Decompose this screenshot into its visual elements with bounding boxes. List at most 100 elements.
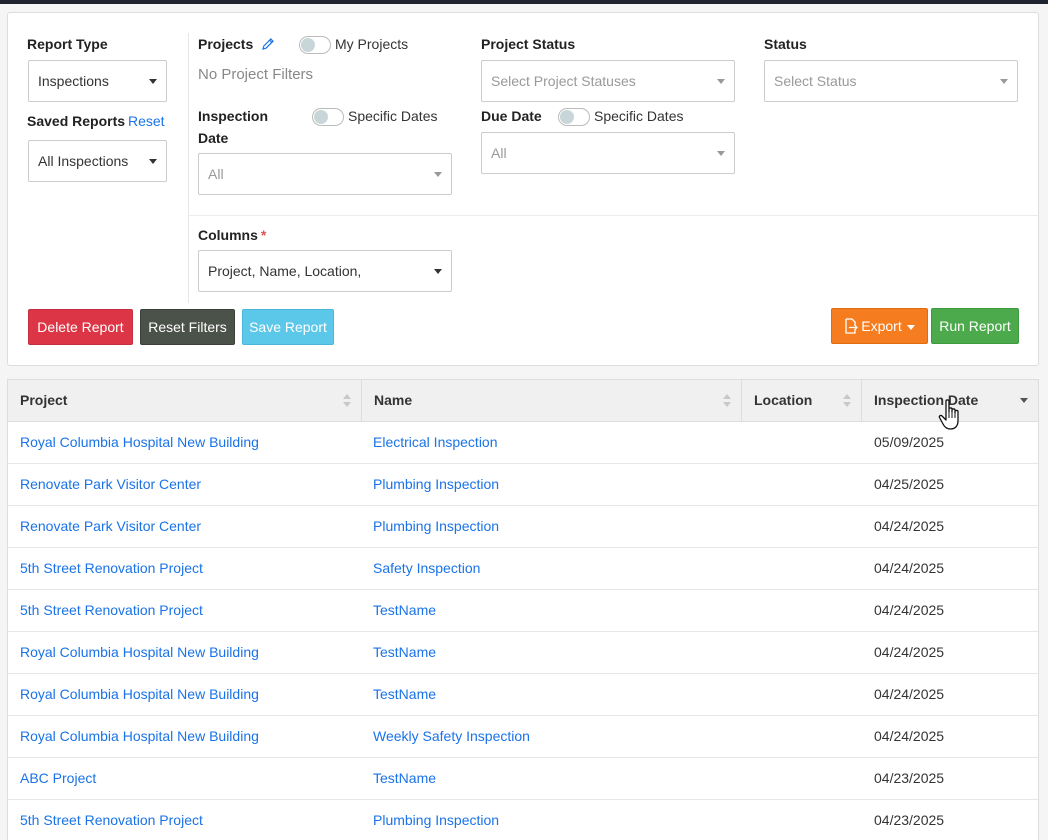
due-date-label: Due Date bbox=[481, 108, 542, 124]
table-row: Renovate Park Visitor Center Plumbing Ins… bbox=[7, 464, 1039, 506]
inspection-name-link[interactable]: Plumbing Inspection bbox=[373, 464, 499, 505]
hand-pointer-cursor bbox=[938, 399, 959, 430]
project-link[interactable]: 5th Street Renovation Project bbox=[20, 800, 203, 840]
inspection-date-select[interactable]: All bbox=[198, 153, 452, 195]
project-link[interactable]: ABC Project bbox=[20, 758, 96, 799]
table-row: Royal Columbia Hospital New Building Test… bbox=[7, 632, 1039, 674]
column-header-label: Name bbox=[374, 392, 413, 408]
project-link[interactable]: Royal Columbia Hospital New Building bbox=[20, 422, 259, 463]
project-link[interactable]: Renovate Park Visitor Center bbox=[20, 464, 201, 505]
project-status-placeholder: Select Project Statuses bbox=[491, 73, 636, 89]
status-placeholder: Select Status bbox=[774, 73, 857, 89]
column-header-project[interactable]: Project bbox=[8, 380, 362, 421]
chevron-down-icon bbox=[149, 79, 157, 84]
table-row: Royal Columbia Hospital New Building Week… bbox=[7, 716, 1039, 758]
project-status-select[interactable]: Select Project Statuses bbox=[481, 60, 735, 102]
toggle-knob bbox=[314, 110, 328, 124]
due-specific-dates-toggle[interactable] bbox=[558, 108, 590, 126]
run-report-button[interactable]: Run Report bbox=[931, 308, 1019, 344]
inspection-date-cell: 04/24/2025 bbox=[874, 602, 945, 618]
inspection-date-value: All bbox=[208, 166, 224, 182]
report-type-label: Report Type bbox=[27, 36, 108, 52]
table-row: 5th Street Renovation Project Plumbing In… bbox=[7, 800, 1039, 840]
inspection-date-cell: 04/23/2025 bbox=[874, 770, 945, 786]
inspection-name-link[interactable]: Plumbing Inspection bbox=[373, 800, 499, 840]
required-mark: * bbox=[260, 227, 267, 243]
export-label: Export bbox=[861, 318, 902, 334]
inspection-specific-dates-toggle[interactable] bbox=[312, 108, 344, 126]
delete-report-button[interactable]: Delete Report bbox=[28, 309, 133, 345]
caret-down-icon bbox=[906, 324, 915, 330]
columns-select[interactable]: Project, Name, Location, bbox=[198, 250, 452, 292]
column-header-location[interactable]: Location bbox=[742, 380, 862, 421]
column-header-label: Project bbox=[20, 392, 68, 408]
saved-reports-value: All Inspections bbox=[38, 153, 129, 169]
no-project-filters-text: No Project Filters bbox=[198, 66, 314, 83]
inspection-date-cell: 04/24/2025 bbox=[874, 644, 945, 660]
project-link[interactable]: Royal Columbia Hospital New Building bbox=[20, 674, 259, 715]
due-date-value: All bbox=[491, 145, 507, 161]
pencil-icon[interactable] bbox=[261, 37, 275, 51]
table-row: ABC Project TestName 04/23/2025 bbox=[7, 758, 1039, 800]
sort-icon bbox=[843, 394, 851, 408]
columns-label-text: Columns bbox=[198, 227, 258, 243]
column-header-label: Location bbox=[754, 392, 813, 408]
project-link[interactable]: Royal Columbia Hospital New Building bbox=[20, 716, 259, 757]
project-status-label: Project Status bbox=[481, 36, 576, 52]
table-row: Royal Columbia Hospital New Building Test… bbox=[7, 674, 1039, 716]
column-divider bbox=[188, 33, 189, 303]
project-link[interactable]: Renovate Park Visitor Center bbox=[20, 506, 201, 547]
chevron-down-icon bbox=[434, 172, 442, 177]
inspection-name-link[interactable]: Plumbing Inspection bbox=[373, 506, 499, 547]
export-button[interactable]: Export bbox=[831, 308, 928, 344]
file-export-icon bbox=[845, 318, 859, 334]
status-label: Status bbox=[764, 36, 807, 52]
inspection-date-cell: 04/24/2025 bbox=[874, 560, 945, 576]
due-date-select[interactable]: All bbox=[481, 132, 735, 174]
inspection-date-label-line2: Date bbox=[198, 130, 229, 146]
chevron-down-icon bbox=[717, 151, 725, 156]
saved-reports-label: Saved Reports bbox=[27, 113, 126, 129]
table-row: 5th Street Renovation Project Safety Insp… bbox=[7, 548, 1039, 590]
toggle-knob bbox=[560, 110, 574, 124]
inspection-name-link[interactable]: Electrical Inspection bbox=[373, 422, 498, 463]
inspection-date-label-line1: Inspection bbox=[198, 108, 269, 124]
top-bar bbox=[0, 0, 1048, 4]
table-row: Renovate Park Visitor Center Plumbing Ins… bbox=[7, 506, 1039, 548]
status-select[interactable]: Select Status bbox=[764, 60, 1018, 102]
inspection-date-cell: 04/25/2025 bbox=[874, 476, 945, 492]
section-divider bbox=[189, 215, 1041, 216]
report-type-select[interactable]: Inspections bbox=[28, 60, 167, 102]
reset-filters-button[interactable]: Reset Filters bbox=[140, 309, 235, 345]
table-header: Project Name Location Inspection Date bbox=[7, 379, 1039, 422]
sort-descending-icon bbox=[1020, 394, 1028, 408]
save-report-button[interactable]: Save Report bbox=[242, 309, 334, 345]
inspection-name-link[interactable]: TestName bbox=[373, 674, 436, 715]
project-link[interactable]: 5th Street Renovation Project bbox=[20, 590, 203, 631]
chevron-down-icon bbox=[1000, 79, 1008, 84]
column-header-name[interactable]: Name bbox=[362, 380, 742, 421]
my-projects-toggle[interactable] bbox=[299, 36, 331, 54]
inspection-specific-dates-label: Specific Dates bbox=[348, 108, 438, 124]
project-link[interactable]: 5th Street Renovation Project bbox=[20, 548, 203, 589]
sort-icon bbox=[723, 394, 731, 408]
my-projects-label: My Projects bbox=[335, 36, 409, 52]
sort-icon bbox=[343, 394, 351, 408]
due-specific-dates-label: Specific Dates bbox=[594, 108, 684, 124]
inspection-name-link[interactable]: TestName bbox=[373, 632, 436, 673]
project-link[interactable]: Royal Columbia Hospital New Building bbox=[20, 632, 259, 673]
inspection-date-cell: 04/23/2025 bbox=[874, 812, 945, 828]
inspection-name-link[interactable]: TestName bbox=[373, 590, 436, 631]
saved-reports-reset-link[interactable]: Reset bbox=[128, 110, 165, 132]
saved-reports-select[interactable]: All Inspections bbox=[28, 140, 167, 182]
inspection-name-link[interactable]: Safety Inspection bbox=[373, 548, 480, 589]
toggle-knob bbox=[301, 38, 315, 52]
columns-value: Project, Name, Location, bbox=[208, 263, 362, 279]
report-filters-panel: Report Type Inspections Saved Reports Re… bbox=[7, 12, 1041, 366]
inspection-name-link[interactable]: TestName bbox=[373, 758, 436, 799]
chevron-down-icon bbox=[434, 269, 442, 274]
inspection-date-cell: 04/24/2025 bbox=[874, 518, 945, 534]
report-type-value: Inspections bbox=[38, 73, 109, 89]
inspection-date-cell: 04/24/2025 bbox=[874, 728, 945, 744]
inspection-name-link[interactable]: Weekly Safety Inspection bbox=[373, 716, 530, 757]
